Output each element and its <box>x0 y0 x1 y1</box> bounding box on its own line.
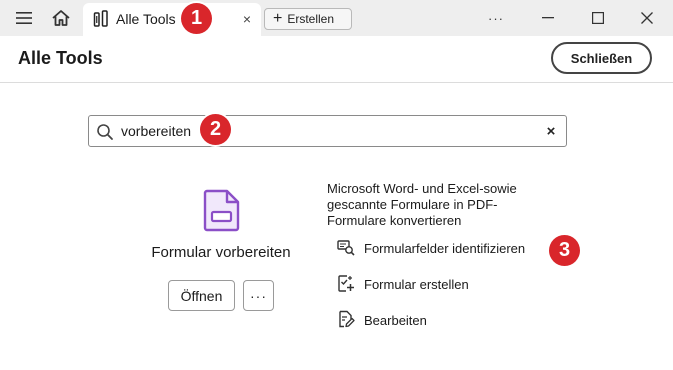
feature-label: Formularfelder identifizieren <box>364 240 526 256</box>
feature-label: Bearbeiten <box>364 312 427 328</box>
tool-more-button[interactable]: ··· <box>243 280 274 311</box>
window-close-icon[interactable] <box>633 0 661 36</box>
create-button[interactable]: + Erstellen <box>264 8 352 30</box>
maximize-icon[interactable] <box>584 0 612 36</box>
clear-search-icon[interactable]: × <box>541 121 561 141</box>
annotation-badge-3: 3 <box>549 235 580 266</box>
feature-create-form: Formular erstellen <box>337 273 469 295</box>
menu-icon[interactable] <box>10 0 38 36</box>
tab-label: Alle Tools <box>116 11 176 27</box>
tool-name: Formular vorbereiten <box>151 244 291 261</box>
edit-icon <box>337 310 355 331</box>
close-button[interactable]: Schließen <box>551 42 652 74</box>
search-icon <box>96 123 114 141</box>
search-box: × <box>88 115 567 147</box>
header: Alle Tools Schließen <box>0 36 673 83</box>
tool-description: Microsoft Word- und Excel-sowie gescannt… <box>327 181 517 228</box>
feature-edit: Bearbeiten <box>337 309 427 331</box>
title-bar: Alle Tools × + Erstellen ··· <box>0 0 673 36</box>
page-title: Alle Tools <box>18 48 103 68</box>
identify-fields-icon <box>337 238 355 259</box>
more-options-icon[interactable]: ··· <box>482 0 510 36</box>
feature-label: Formular erstellen <box>364 276 469 292</box>
create-form-icon <box>337 274 355 295</box>
open-button[interactable]: Öffnen <box>168 280 235 311</box>
tab-all-tools[interactable]: Alle Tools × <box>83 3 261 36</box>
plus-icon: + <box>273 9 283 27</box>
minimize-icon[interactable] <box>534 0 562 36</box>
tab-close-icon[interactable]: × <box>237 9 257 29</box>
search-input[interactable] <box>121 121 521 141</box>
tools-icon <box>93 10 109 28</box>
create-label: Erstellen <box>287 12 335 26</box>
annotation-badge-1: 1 <box>181 3 212 34</box>
annotation-badge-2: 2 <box>200 114 231 145</box>
feature-identify-fields: Formularfelder identifizieren <box>337 237 525 259</box>
prepare-form-icon <box>203 189 240 232</box>
home-icon[interactable] <box>47 0 75 36</box>
